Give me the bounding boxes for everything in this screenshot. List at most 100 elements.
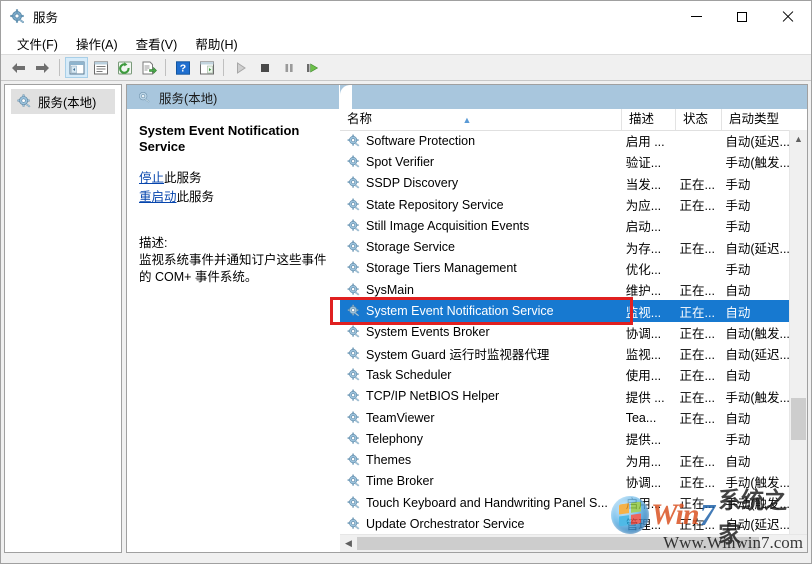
row-description-cell: 启用 ... xyxy=(625,135,665,150)
refresh-icon[interactable] xyxy=(113,57,136,78)
row-name-label: Software Protection xyxy=(366,133,476,148)
column-header-description[interactable]: 描述 xyxy=(622,109,676,130)
minimize-button[interactable] xyxy=(673,1,719,32)
back-icon[interactable] xyxy=(7,57,30,78)
stop-service-link[interactable]: 停止 xyxy=(139,171,164,185)
table-row[interactable]: State Repository Service 为应... 正在... 手动 xyxy=(340,194,790,215)
help-icon[interactable]: ? xyxy=(171,57,194,78)
tree-node-label: 服务(本地) xyxy=(38,96,97,110)
row-startup-type-cell: 手动 xyxy=(725,177,751,192)
row-name-cell: Touch Keyboard and Handwriting Panel S..… xyxy=(340,496,619,510)
row-name-label: SSDP Discovery xyxy=(366,176,459,191)
title-bar-left: 服务 xyxy=(1,7,58,26)
horizontal-scroll-thumb[interactable] xyxy=(357,537,759,550)
restart-service-icon[interactable] xyxy=(301,57,324,78)
row-status-cell: 正在... xyxy=(679,518,715,533)
start-service-icon[interactable] xyxy=(229,57,252,78)
show-action-pane-icon[interactable] xyxy=(195,57,218,78)
console-tree-pane: 服务(本地) xyxy=(4,84,122,553)
row-description-cell: 为应... xyxy=(625,199,662,214)
table-row[interactable]: Time Broker 协调... 正在... 手动(触发... xyxy=(340,471,790,492)
description-text: 监视系统事件并通知订户这些事件的 COM+ 事件系统。 xyxy=(139,253,327,284)
services-gear-icon xyxy=(347,496,361,510)
close-icon xyxy=(782,11,794,23)
row-name-cell: Spot Verifier xyxy=(340,155,619,169)
column-header-name[interactable]: ▲ 名称 xyxy=(340,109,622,130)
row-description-cell: 优化... xyxy=(625,262,662,277)
table-row[interactable]: Themes 为用... 正在... 自动 xyxy=(340,449,790,470)
row-name-label: State Repository Service xyxy=(366,197,504,212)
row-startup-type-cell: 手动(触发... xyxy=(725,390,790,405)
pause-service-icon[interactable] xyxy=(277,57,300,78)
row-name-cell: Time Broker xyxy=(340,474,619,488)
vertical-scroll-thumb[interactable] xyxy=(791,398,806,440)
table-row[interactable]: Touch Keyboard and Handwriting Panel S..… xyxy=(340,492,790,513)
vertical-scrollbar[interactable]: ▲ xyxy=(789,130,807,535)
export-list-icon[interactable] xyxy=(137,57,160,78)
table-row[interactable]: System Guard 运行时监视器代理 监视... 正在... 自动(延迟... xyxy=(340,343,790,364)
table-row[interactable]: System Events Broker 协调... 正在... 自动(触发... xyxy=(340,322,790,343)
menu-file[interactable]: 文件(F) xyxy=(9,32,66,55)
table-row[interactable]: Still Image Acquisition Events 启动... 手动 xyxy=(340,215,790,236)
close-button[interactable] xyxy=(765,1,811,32)
row-name-label: SysMain xyxy=(366,282,414,297)
services-gear-icon xyxy=(347,389,361,403)
services-gear-icon xyxy=(347,176,361,190)
table-row[interactable]: Update Orchestrator Service 管理... 正在... 自动(… xyxy=(340,513,790,534)
table-row[interactable]: SSDP Discovery 当发... 正在... 手动 xyxy=(340,173,790,194)
row-startup-type-cell: 自动 xyxy=(725,284,751,299)
table-row[interactable]: Software Protection 启用 ... 自动(延迟... xyxy=(340,130,790,151)
table-row[interactable]: TeamViewer Tea... 正在... 自动 xyxy=(340,407,790,428)
services-gear-icon xyxy=(347,453,361,467)
table-row[interactable]: Storage Tiers Management 优化... 手动 xyxy=(340,258,790,279)
services-gear-icon xyxy=(347,198,361,212)
row-status-cell: 正在... xyxy=(679,348,715,363)
services-gear-icon xyxy=(347,432,361,446)
menu-action[interactable]: 操作(A) xyxy=(68,32,126,55)
detail-pane-header: 服务(本地) xyxy=(127,85,339,109)
forward-icon[interactable] xyxy=(31,57,54,78)
properties-icon[interactable] xyxy=(89,57,112,78)
row-startup-type-cell: 手动(触发... xyxy=(725,475,790,490)
table-row[interactable]: SysMain 维护... 正在... 自动 xyxy=(340,279,790,300)
column-header-status[interactable]: 状态 xyxy=(676,109,722,130)
row-name-cell: System Event Notification Service xyxy=(340,304,619,318)
svg-text:?: ? xyxy=(179,62,185,74)
services-gear-icon xyxy=(347,368,361,382)
services-window: 服务 文件(F) 操作(A) 查看(V) 帮助(H) ? 服务(本地) 服务(本… xyxy=(0,0,812,564)
row-description-cell: 监视... xyxy=(625,305,662,320)
row-description-cell: 验证... xyxy=(625,156,662,171)
maximize-button[interactable] xyxy=(719,1,765,32)
horizontal-scrollbar[interactable]: ◀ xyxy=(340,534,807,552)
table-row[interactable]: Telephony 提供... 手动 xyxy=(340,428,790,449)
row-description-cell: 协调... xyxy=(625,475,662,490)
tree-node-services-local[interactable]: 服务(本地) xyxy=(11,89,115,114)
column-header-startup-type[interactable]: 启动类型 xyxy=(722,109,794,130)
menu-view[interactable]: 查看(V) xyxy=(128,32,186,55)
table-row[interactable]: System Event Notification Service 监视... 正在… xyxy=(340,300,790,322)
table-row[interactable]: Spot Verifier 验证... 手动(触发... xyxy=(340,151,790,172)
restart-service-link-suffix: 此服务 xyxy=(176,190,215,204)
show-hide-tree-icon[interactable] xyxy=(65,57,88,78)
menu-help[interactable]: 帮助(H) xyxy=(187,32,245,55)
restart-service-link[interactable]: 重启动 xyxy=(139,190,177,204)
row-name-label: System Event Notification Service xyxy=(366,304,554,319)
row-name-label: Spot Verifier xyxy=(366,154,435,169)
row-status-cell: 正在... xyxy=(679,241,715,256)
services-gear-icon xyxy=(347,347,361,361)
scroll-up-icon[interactable]: ▲ xyxy=(790,130,807,147)
table-row[interactable]: Task Scheduler 使用... 正在... 自动 xyxy=(340,364,790,385)
sort-ascending-icon: ▲ xyxy=(462,115,472,125)
services-gear-icon xyxy=(347,474,361,488)
row-startup-type-cell: 自动(延迟... xyxy=(725,135,790,150)
table-row[interactable]: TCP/IP NetBIOS Helper 提供 ... 正在... 手动(触发... xyxy=(340,386,790,407)
stop-service-icon[interactable] xyxy=(253,57,276,78)
row-description-cell: 为存... xyxy=(625,241,662,256)
row-name-cell: Still Image Acquisition Events xyxy=(340,219,619,233)
row-startup-type-cell: 自动(触发... xyxy=(725,326,790,341)
services-gear-icon xyxy=(10,8,26,25)
scroll-left-icon[interactable]: ◀ xyxy=(340,538,357,549)
table-row[interactable]: Storage Service 为存... 正在... 自动(延迟... xyxy=(340,236,790,257)
row-startup-type-cell: 自动(延迟... xyxy=(725,518,790,533)
row-name-label: TeamViewer xyxy=(366,410,435,425)
